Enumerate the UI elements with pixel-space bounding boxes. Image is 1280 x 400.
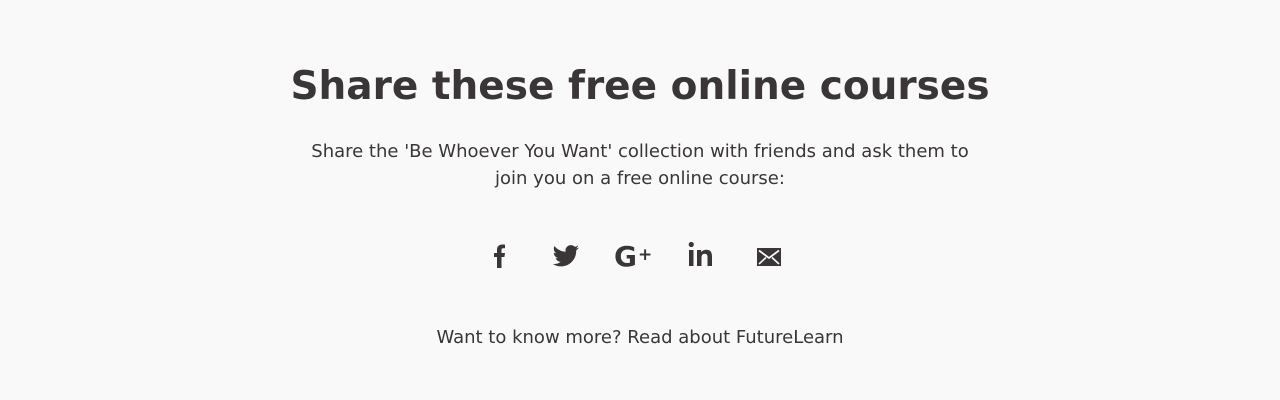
linkedin-share-button[interactable]	[684, 236, 724, 276]
more-info: Want to know more? Read about FutureLear…	[0, 324, 1280, 352]
share-description-line-2: join you on a free online course:	[495, 168, 785, 189]
share-section: Share these free online courses Share th…	[0, 0, 1280, 400]
google-plus-icon: G +	[614, 240, 652, 273]
twitter-share-button[interactable]	[546, 236, 586, 276]
facebook-icon	[494, 244, 505, 268]
email-icon	[757, 248, 781, 266]
email-share-button[interactable]	[749, 236, 789, 276]
twitter-icon	[552, 245, 579, 267]
social-share-icons: G +	[0, 236, 1280, 276]
facebook-share-button[interactable]	[480, 236, 520, 276]
share-description-line-1: Share the 'Be Whoever You Want' collecti…	[311, 141, 969, 162]
linkedin-icon	[688, 241, 712, 266]
google-plus-share-button[interactable]: G +	[614, 236, 654, 276]
svg-text:+: +	[638, 245, 652, 265]
svg-text:G: G	[614, 240, 637, 273]
more-info-prompt: Want to know more?	[436, 327, 622, 348]
read-about-futurelearn-link[interactable]: Read about FutureLearn	[627, 327, 843, 348]
share-description: Share the 'Be Whoever You Want' collecti…	[290, 138, 990, 192]
share-title: Share these free online courses	[290, 64, 990, 109]
